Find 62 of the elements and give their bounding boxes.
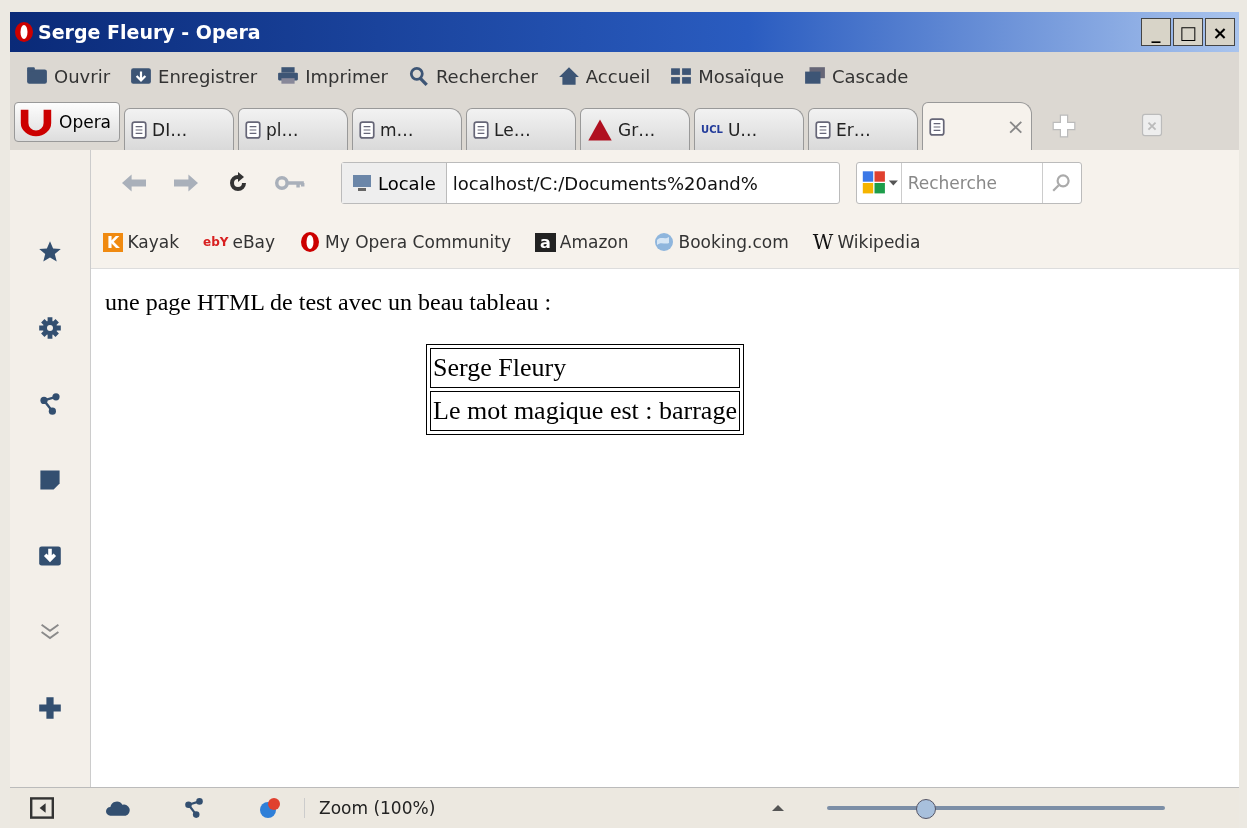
toolbar-button[interactable]: Cascade [796,65,917,87]
window-control-button[interactable]: × [1205,18,1235,46]
page-icon [929,117,946,136]
star-icon[interactable] [38,240,62,264]
triangle-icon [587,117,614,142]
share-icon[interactable] [182,797,206,819]
bookmark-link[interactable]: My Opera Community [299,231,511,253]
toolbar-button[interactable]: Ouvrir [18,65,119,87]
slider-thumb[interactable] [916,799,936,819]
window-title: Serge Fleury - Opera [38,21,262,43]
toolbar-button[interactable]: Enregistrer [122,65,266,87]
page-icon [245,120,262,139]
bookmark-link[interactable]: K Kayak [103,232,179,252]
up-arrow-icon[interactable] [771,804,785,812]
panel-toggle-icon[interactable] [30,797,54,819]
zoom-slider[interactable] [827,798,1165,818]
table-cell: Serge Fleury [430,348,740,388]
notification-icon[interactable] [258,797,282,819]
print-icon [277,66,300,86]
address-field[interactable]: Locale localhost/C:/Documents%20and% [341,162,840,204]
toolbar-button[interactable]: Mosaïque [662,65,792,87]
search-icon [407,66,430,86]
window-control-button[interactable]: □ [1173,18,1203,46]
opera-menu-button[interactable]: Opera [14,102,121,142]
browser-tab[interactable]: Gr… [580,108,691,150]
browser-tab[interactable]: Er… [808,108,919,150]
table-cell: Le mot magique est : barrage [430,391,740,431]
gear-icon[interactable] [38,316,62,340]
zoom-status-text: Zoom (100%) [304,798,729,818]
page-icon [359,120,376,139]
page-icon [131,120,148,139]
bookmark-link[interactable]: a Amazon [535,232,629,252]
bookmark-link[interactable]: W Wikipedia [812,230,921,254]
tile-icon [670,66,693,86]
page-icon [815,120,832,139]
page-icon [473,120,490,139]
toolbar-button[interactable]: Rechercher [399,65,546,87]
opera-logo-icon [299,231,322,253]
globe-icon [652,231,675,253]
bookmark-link[interactable]: Booking.com [652,231,789,253]
browser-tab[interactable]: DI… [124,108,235,150]
home-icon [557,66,580,86]
toolbar-button[interactable]: Imprimer [269,65,396,87]
monitor-icon [352,174,372,192]
folder-icon [26,66,48,86]
save-icon [130,66,153,86]
bookmark-link[interactable]: ebY eBay [203,232,276,252]
download-icon[interactable] [38,544,62,568]
window-control-button[interactable]: _ [1141,18,1171,46]
add-icon[interactable] [38,696,62,720]
opera-logo-icon [14,20,34,44]
cascade-icon [804,66,826,86]
note-icon[interactable] [38,468,62,492]
body-text: une page HTML de test avec un beau tableau : [105,289,553,316]
browser-tab[interactable]: pl… [238,108,349,150]
search-field[interactable]: Recherche [855,162,1082,204]
share-icon[interactable] [38,392,62,416]
browser-tab[interactable]: UCL U… [694,108,805,150]
toolbar-button[interactable]: Accueil [549,65,659,87]
location-badge[interactable]: Locale [342,163,447,203]
browser-tab[interactable]: Le… [466,108,577,150]
browser-tab[interactable]: m… [352,108,463,150]
